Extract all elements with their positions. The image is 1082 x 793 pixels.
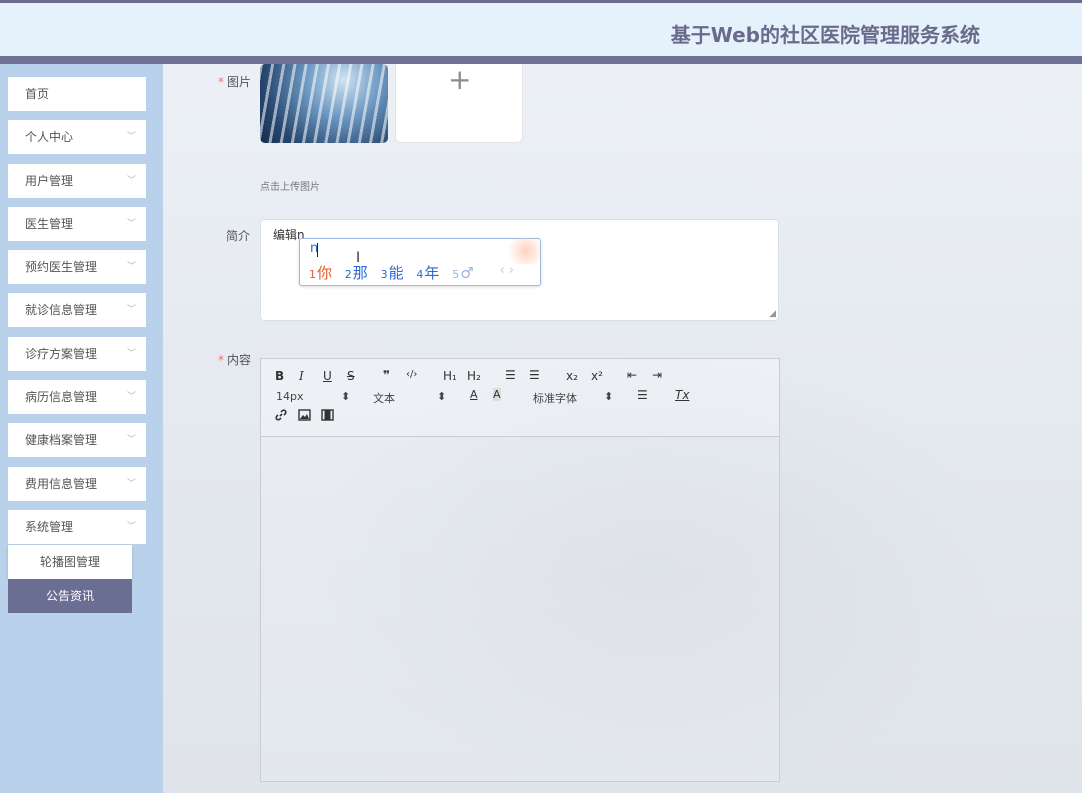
sidebar-item-label: 就诊信息管理: [25, 303, 98, 317]
sidebar-item-label: 医生管理: [25, 217, 74, 231]
sidebar-item-label: 预约医生管理: [25, 260, 98, 274]
submenu-item-carousel[interactable]: 轮播图管理: [8, 545, 132, 579]
chevron-down-icon: ﹀: [126, 262, 136, 272]
sidebar-item-label: 诊疗方案管理: [25, 347, 98, 361]
sidebar-item-label: 个人中心: [25, 130, 74, 144]
ime-page-nav[interactable]: ‹›: [500, 263, 518, 278]
image-label: * 图片: [218, 75, 252, 89]
bold-button[interactable]: B: [275, 369, 284, 383]
sidebar-item-label: 病历信息管理: [25, 390, 98, 404]
required-mark: *: [218, 75, 224, 89]
header-divider: [0, 56, 1082, 64]
blockquote-button[interactable]: ❞: [383, 368, 390, 382]
h2-button[interactable]: H₂: [467, 369, 481, 383]
image-icon[interactable]: [298, 409, 311, 424]
link-icon[interactable]: [275, 409, 287, 424]
sidebar-item-treatment-management[interactable]: 诊疗方案管理 ﹀: [8, 337, 146, 371]
strike-button[interactable]: S: [347, 369, 355, 383]
sidebar-item-health-archive[interactable]: 健康档案管理 ﹀: [8, 423, 146, 457]
font-family-select[interactable]: 标准字体: [533, 390, 577, 406]
chevron-down-icon: ﹀: [126, 435, 136, 445]
superscript-button[interactable]: x²: [591, 369, 603, 383]
clean-format-button[interactable]: Tx: [675, 388, 689, 402]
ime-logo-icon: [503, 238, 541, 264]
sidebar-item-records-management[interactable]: 病历信息管理 ﹀: [8, 380, 146, 414]
select-arrows-icon: ⬍: [604, 390, 614, 403]
upload-button[interactable]: +: [395, 64, 523, 143]
editor-content-area[interactable]: [261, 436, 779, 781]
ime-candidate[interactable]: 3能: [381, 262, 404, 283]
chevron-left-icon[interactable]: ‹: [500, 263, 509, 278]
subscript-button[interactable]: x₂: [566, 369, 578, 383]
select-arrows-icon: ⬍: [437, 390, 447, 403]
resize-handle-icon[interactable]: ◢: [769, 309, 776, 319]
main-content: * 图片 + 点击上传图片 简介 编辑n ◢ n 1你 2那 3能 4年 5♂ ‹…: [163, 64, 1082, 793]
intro-label: 简介: [226, 229, 251, 243]
text-caret: [317, 243, 318, 257]
upload-hint: 点击上传图片: [260, 182, 320, 193]
sidebar-item-visit-management[interactable]: 就诊信息管理 ﹀: [8, 293, 146, 327]
uploaded-image-thumbnail[interactable]: [260, 64, 388, 143]
sidebar: 首页 个人中心 ﹀ 用户管理 ﹀ 医生管理 ﹀ 预约医生管理 ﹀ 就诊信息管理 …: [0, 64, 163, 793]
code-block-button[interactable]: ‹/›: [406, 369, 417, 380]
sidebar-item-label: 系统管理: [25, 520, 74, 534]
header: 基于Web的社区医院管理服务系统: [0, 3, 1082, 56]
outdent-button[interactable]: ⇤: [627, 368, 637, 382]
header-select[interactable]: 文本: [373, 390, 395, 406]
ime-candidate[interactable]: 4年: [416, 262, 439, 283]
chevron-right-icon[interactable]: ›: [509, 263, 518, 278]
bullet-list-button[interactable]: ☰: [529, 368, 540, 382]
sidebar-item-label: 用户管理: [25, 174, 74, 188]
required-mark: *: [218, 353, 224, 367]
ordered-list-button[interactable]: ☰: [505, 368, 516, 382]
select-arrows-icon: ⬍: [341, 390, 351, 403]
chevron-down-icon: ﹀: [126, 479, 136, 489]
font-color-button[interactable]: A: [470, 388, 478, 401]
ime-candidates: 1你 2那 3能 4年 5♂: [309, 262, 482, 283]
sidebar-item-doctor-management[interactable]: 医生管理 ﹀: [8, 207, 146, 241]
sidebar-item-user-management[interactable]: 用户管理 ﹀: [8, 164, 146, 198]
chevron-down-icon: ﹀: [126, 522, 136, 532]
chevron-down-icon: ﹀: [126, 349, 136, 359]
chevron-down-icon: ﹀: [126, 176, 136, 186]
background-color-button[interactable]: A: [493, 388, 501, 401]
align-button[interactable]: ☰: [637, 388, 648, 402]
chevron-down-icon: ﹀: [126, 219, 136, 229]
plus-icon: +: [448, 63, 472, 96]
sidebar-item-system-management[interactable]: 系统管理 ﹀: [8, 510, 146, 544]
submenu-item-label: 轮播图管理: [39, 555, 100, 569]
video-icon[interactable]: [321, 409, 334, 424]
ime-candidate[interactable]: 1你: [309, 262, 332, 283]
app-title: 基于Web的社区医院管理服务系统: [670, 23, 980, 47]
ime-candidate-window: n 1你 2那 3能 4年 5♂ ‹›: [299, 238, 541, 286]
sidebar-item-label: 健康档案管理: [25, 433, 98, 447]
submenu-item-label: 公告资讯: [45, 589, 94, 603]
h1-button[interactable]: H₁: [443, 369, 457, 383]
sidebar-item-label: 首页: [25, 87, 50, 101]
content-label: * 内容: [218, 353, 252, 367]
font-size-select[interactable]: 14px: [276, 390, 304, 403]
ime-candidate[interactable]: 5♂: [452, 264, 473, 282]
underline-button[interactable]: U: [323, 369, 332, 383]
sidebar-item-personal-center[interactable]: 个人中心 ﹀: [8, 120, 146, 154]
chevron-down-icon: ﹀: [126, 132, 136, 142]
indent-button[interactable]: ⇥: [652, 368, 662, 382]
sidebar-item-label: 费用信息管理: [25, 477, 98, 491]
italic-button[interactable]: I: [299, 369, 304, 383]
sidebar-item-appointment-management[interactable]: 预约医生管理 ﹀: [8, 250, 146, 284]
submenu-item-announcements[interactable]: 公告资讯: [8, 579, 132, 613]
rich-text-editor: B I U S ❞ ‹/› H₁ H₂ ☰ ☰ x₂ x² ⇤ ⇥ 14px ⬍…: [260, 358, 780, 782]
editor-toolbar: B I U S ❞ ‹/› H₁ H₂ ☰ ☰ x₂ x² ⇤ ⇥ 14px ⬍…: [261, 359, 779, 437]
ibeam-cursor-icon: I: [356, 250, 361, 266]
sidebar-item-home[interactable]: 首页: [8, 77, 146, 111]
chevron-down-icon: ﹀: [126, 305, 136, 315]
sidebar-item-fee-management[interactable]: 费用信息管理 ﹀: [8, 467, 146, 501]
chevron-down-icon: ﹀: [126, 392, 136, 402]
